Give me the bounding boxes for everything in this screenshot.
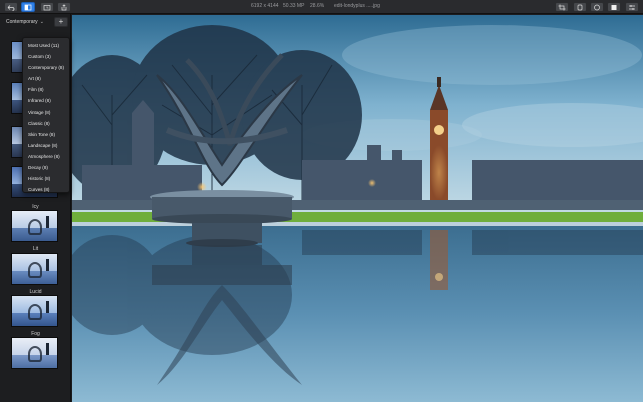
mask-button[interactable] — [590, 2, 604, 12]
presets-icon — [611, 4, 617, 10]
circle-icon — [594, 4, 600, 10]
menu-item-contemporary[interactable]: Contemporary (8) — [23, 62, 69, 73]
compare-button[interactable] — [21, 2, 35, 12]
image-dimensions: 6192 x 4144 — [251, 3, 279, 9]
menu-item-atmosphere[interactable]: Atmosphere (8) — [23, 151, 69, 162]
preset-thumbnail-fog[interactable] — [11, 337, 58, 369]
preset-thumbnail-icy[interactable] — [11, 210, 58, 242]
zoom-readout[interactable]: 28.6% — [310, 3, 324, 9]
preset-thumbnail-lucid[interactable] — [11, 295, 58, 327]
filename-label: edit-londyplus .....jpg — [334, 3, 380, 9]
menu-item-skin-tone[interactable]: Skin Tone (8) — [23, 129, 69, 140]
photo-canvas[interactable] — [72, 15, 643, 402]
undo-button[interactable] — [4, 2, 18, 12]
thumbnail-label-lit: Lit — [32, 246, 39, 252]
export-button[interactable] — [625, 2, 639, 12]
presets-button[interactable] — [607, 2, 621, 12]
undo-icon — [7, 4, 15, 11]
brush-icon — [577, 4, 583, 10]
share-button[interactable] — [57, 2, 71, 12]
add-preset-button[interactable]: + — [54, 17, 68, 27]
menu-item-film[interactable]: Film (8) — [23, 84, 69, 95]
top-toolbar: 6192 x 4144 50.33 MP 28.6% edit-londyplu… — [0, 0, 643, 14]
menu-item-art[interactable]: Art (8) — [23, 73, 69, 84]
menu-item-most-used[interactable]: Most Used (11) — [23, 40, 69, 51]
menu-item-vintage[interactable]: Vintage (8) — [23, 107, 69, 118]
sliders-icon — [629, 4, 635, 10]
megapixels-readout: 50.33 MP — [283, 3, 305, 9]
history-icon — [43, 4, 51, 10]
menu-item-classic[interactable]: Classic (8) — [23, 118, 69, 129]
menu-item-decay[interactable]: Decay (8) — [23, 162, 69, 173]
menu-item-historic[interactable]: Historic (8) — [23, 173, 69, 184]
crop-icon — [558, 4, 566, 10]
history-button[interactable] — [40, 2, 54, 12]
preset-thumbnail-lit[interactable] — [11, 253, 58, 285]
category-label: Contemporary — [6, 19, 38, 25]
share-icon — [61, 3, 67, 10]
photo-image — [72, 15, 643, 402]
category-dropdown[interactable]: Contemporary ⌄ — [6, 19, 44, 25]
menu-item-curves[interactable]: Curves (8) — [23, 184, 69, 195]
compare-icon — [24, 4, 32, 10]
menu-item-custom[interactable]: Custom (3) — [23, 51, 69, 62]
menu-item-infrared[interactable]: Infrared (8) — [23, 95, 69, 106]
menu-item-landscape[interactable]: Landscape (8) — [23, 140, 69, 151]
retouch-button[interactable] — [573, 2, 587, 12]
crop-button[interactable] — [555, 2, 569, 12]
chevron-down-icon: ⌄ — [39, 19, 44, 25]
category-menu: Most Used (11) Custom (3) Contemporary (… — [22, 37, 70, 193]
